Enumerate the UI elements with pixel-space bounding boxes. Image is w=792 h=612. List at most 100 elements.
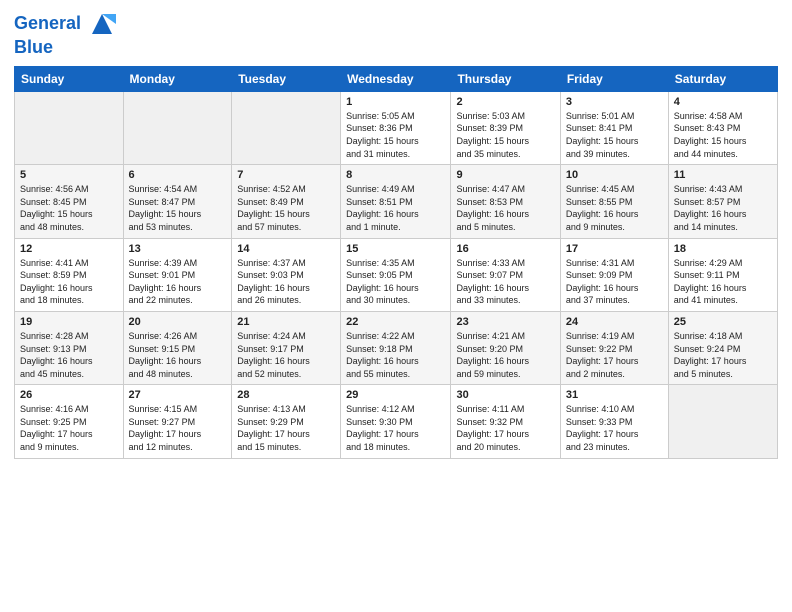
calendar-week-3: 12 Sunrise: 4:41 AM Sunset: 8:59 PM Dayli… (15, 238, 778, 311)
day-number: 21 (237, 316, 335, 328)
col-header-tuesday: Tuesday (232, 66, 341, 91)
day-info: Sunrise: 5:05 AM Sunset: 8:36 PM Dayligh… (346, 110, 445, 160)
day-number: 5 (20, 169, 118, 181)
calendar-week-1: 1 Sunrise: 5:05 AM Sunset: 8:36 PM Daylig… (15, 91, 778, 164)
day-number: 18 (674, 243, 772, 255)
day-number: 17 (566, 243, 663, 255)
calendar-cell: 24 Sunrise: 4:19 AM Sunset: 9:22 PM Dayli… (560, 311, 668, 384)
calendar-cell (232, 91, 341, 164)
calendar-cell: 3 Sunrise: 5:01 AM Sunset: 8:41 PM Daylig… (560, 91, 668, 164)
day-info: Sunrise: 4:31 AM Sunset: 9:09 PM Dayligh… (566, 257, 663, 307)
day-number: 1 (346, 96, 445, 108)
day-number: 25 (674, 316, 772, 328)
calendar-cell: 18 Sunrise: 4:29 AM Sunset: 9:11 PM Dayli… (668, 238, 777, 311)
day-number: 30 (456, 389, 554, 401)
day-info: Sunrise: 4:58 AM Sunset: 8:43 PM Dayligh… (674, 110, 772, 160)
day-number: 19 (20, 316, 118, 328)
day-info: Sunrise: 4:45 AM Sunset: 8:55 PM Dayligh… (566, 183, 663, 233)
day-number: 3 (566, 96, 663, 108)
header: General Blue (14, 10, 778, 58)
calendar-cell: 11 Sunrise: 4:43 AM Sunset: 8:57 PM Dayli… (668, 165, 777, 238)
col-header-friday: Friday (560, 66, 668, 91)
day-number: 8 (346, 169, 445, 181)
day-info: Sunrise: 4:28 AM Sunset: 9:13 PM Dayligh… (20, 330, 118, 380)
calendar-cell: 7Sunrise: 4:52 AM Sunset: 8:49 PM Daylig… (232, 165, 341, 238)
logo-icon (88, 10, 116, 38)
day-info: Sunrise: 4:35 AM Sunset: 9:05 PM Dayligh… (346, 257, 445, 307)
calendar-cell: 27Sunrise: 4:15 AM Sunset: 9:27 PM Dayli… (123, 385, 232, 458)
calendar-cell (668, 385, 777, 458)
calendar-cell: 6Sunrise: 4:54 AM Sunset: 8:47 PM Daylig… (123, 165, 232, 238)
day-number: 16 (456, 243, 554, 255)
day-info: Sunrise: 4:26 AM Sunset: 9:15 PM Dayligh… (129, 330, 227, 380)
day-number: 13 (129, 243, 227, 255)
day-number: 4 (674, 96, 772, 108)
logo-text: General (14, 10, 116, 38)
day-info: Sunrise: 4:19 AM Sunset: 9:22 PM Dayligh… (566, 330, 663, 380)
day-info: Sunrise: 4:43 AM Sunset: 8:57 PM Dayligh… (674, 183, 772, 233)
calendar-cell: 20 Sunrise: 4:26 AM Sunset: 9:15 PM Dayli… (123, 311, 232, 384)
day-number: 14 (237, 243, 335, 255)
day-info: Sunrise: 4:18 AM Sunset: 9:24 PM Dayligh… (674, 330, 772, 380)
day-info: Sunrise: 4:37 AM Sunset: 9:03 PM Dayligh… (237, 257, 335, 307)
day-number: 20 (129, 316, 227, 328)
day-number: 31 (566, 389, 663, 401)
col-header-sunday: Sunday (15, 66, 124, 91)
day-number: 10 (566, 169, 663, 181)
day-number: 11 (674, 169, 772, 181)
calendar-cell: 30Sunrise: 4:11 AM Sunset: 9:32 PM Dayli… (451, 385, 560, 458)
logo: General Blue (14, 10, 116, 58)
calendar-week-4: 19 Sunrise: 4:28 AM Sunset: 9:13 PM Dayli… (15, 311, 778, 384)
calendar-cell: 14 Sunrise: 4:37 AM Sunset: 9:03 PM Dayli… (232, 238, 341, 311)
day-info: Sunrise: 4:49 AM Sunset: 8:51 PM Dayligh… (346, 183, 445, 233)
day-info: Sunrise: 4:22 AM Sunset: 9:18 PM Dayligh… (346, 330, 445, 380)
calendar-cell: 10 Sunrise: 4:45 AM Sunset: 8:55 PM Dayli… (560, 165, 668, 238)
calendar-cell: 17 Sunrise: 4:31 AM Sunset: 9:09 PM Dayli… (560, 238, 668, 311)
calendar-cell: 19 Sunrise: 4:28 AM Sunset: 9:13 PM Dayli… (15, 311, 124, 384)
calendar-cell: 9Sunrise: 4:47 AM Sunset: 8:53 PM Daylig… (451, 165, 560, 238)
calendar-cell: 25 Sunrise: 4:18 AM Sunset: 9:24 PM Dayli… (668, 311, 777, 384)
day-number: 2 (456, 96, 554, 108)
day-number: 12 (20, 243, 118, 255)
calendar-cell: 15Sunrise: 4:35 AM Sunset: 9:05 PM Dayli… (341, 238, 451, 311)
day-info: Sunrise: 4:13 AM Sunset: 9:29 PM Dayligh… (237, 403, 335, 453)
col-header-wednesday: Wednesday (341, 66, 451, 91)
day-info: Sunrise: 4:15 AM Sunset: 9:27 PM Dayligh… (129, 403, 227, 453)
col-header-monday: Monday (123, 66, 232, 91)
calendar-week-2: 5 Sunrise: 4:56 AM Sunset: 8:45 PM Daylig… (15, 165, 778, 238)
day-info: Sunrise: 4:47 AM Sunset: 8:53 PM Dayligh… (456, 183, 554, 233)
calendar: SundayMondayTuesdayWednesdayThursdayFrid… (14, 66, 778, 459)
calendar-cell (15, 91, 124, 164)
calendar-cell: 16Sunrise: 4:33 AM Sunset: 9:07 PM Dayli… (451, 238, 560, 311)
calendar-cell: 26 Sunrise: 4:16 AM Sunset: 9:25 PM Dayli… (15, 385, 124, 458)
calendar-cell: 8 Sunrise: 4:49 AM Sunset: 8:51 PM Daylig… (341, 165, 451, 238)
day-info: Sunrise: 4:56 AM Sunset: 8:45 PM Dayligh… (20, 183, 118, 233)
calendar-cell: 22 Sunrise: 4:22 AM Sunset: 9:18 PM Dayli… (341, 311, 451, 384)
calendar-cell: 23Sunrise: 4:21 AM Sunset: 9:20 PM Dayli… (451, 311, 560, 384)
logo-general: General (14, 13, 81, 33)
day-info: Sunrise: 5:01 AM Sunset: 8:41 PM Dayligh… (566, 110, 663, 160)
day-info: Sunrise: 4:52 AM Sunset: 8:49 PM Dayligh… (237, 183, 335, 233)
day-info: Sunrise: 4:29 AM Sunset: 9:11 PM Dayligh… (674, 257, 772, 307)
day-info: Sunrise: 4:12 AM Sunset: 9:30 PM Dayligh… (346, 403, 445, 453)
calendar-cell: 2Sunrise: 5:03 AM Sunset: 8:39 PM Daylig… (451, 91, 560, 164)
day-number: 29 (346, 389, 445, 401)
day-info: Sunrise: 4:21 AM Sunset: 9:20 PM Dayligh… (456, 330, 554, 380)
col-header-saturday: Saturday (668, 66, 777, 91)
col-header-thursday: Thursday (451, 66, 560, 91)
day-number: 24 (566, 316, 663, 328)
day-info: Sunrise: 4:16 AM Sunset: 9:25 PM Dayligh… (20, 403, 118, 453)
page: General Blue SundayMondayTuesdayWednesda… (0, 0, 792, 473)
calendar-cell: 4 Sunrise: 4:58 AM Sunset: 8:43 PM Daylig… (668, 91, 777, 164)
calendar-cell: 1 Sunrise: 5:05 AM Sunset: 8:36 PM Daylig… (341, 91, 451, 164)
calendar-cell: 29 Sunrise: 4:12 AM Sunset: 9:30 PM Dayli… (341, 385, 451, 458)
calendar-cell (123, 91, 232, 164)
day-info: Sunrise: 4:39 AM Sunset: 9:01 PM Dayligh… (129, 257, 227, 307)
calendar-cell: 28Sunrise: 4:13 AM Sunset: 9:29 PM Dayli… (232, 385, 341, 458)
day-info: Sunrise: 4:10 AM Sunset: 9:33 PM Dayligh… (566, 403, 663, 453)
calendar-cell: 13 Sunrise: 4:39 AM Sunset: 9:01 PM Dayli… (123, 238, 232, 311)
day-info: Sunrise: 4:41 AM Sunset: 8:59 PM Dayligh… (20, 257, 118, 307)
calendar-week-5: 26 Sunrise: 4:16 AM Sunset: 9:25 PM Dayli… (15, 385, 778, 458)
day-number: 26 (20, 389, 118, 401)
day-number: 22 (346, 316, 445, 328)
